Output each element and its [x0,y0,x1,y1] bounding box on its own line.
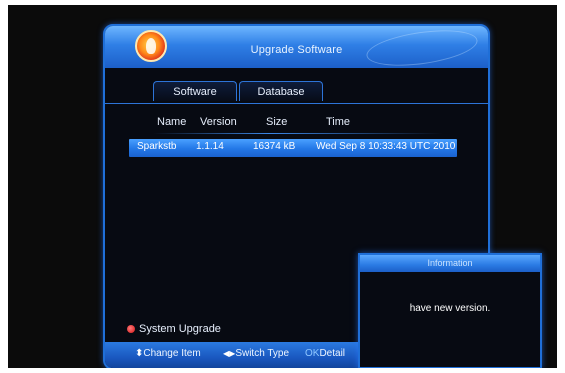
left-right-arrow-icon: ◀▶ [223,349,236,358]
ok-key-label: OK [305,348,320,359]
red-key-icon [127,325,135,334]
tab-database[interactable]: Database [239,81,323,101]
detail-label: Detail [319,348,346,359]
system-upgrade-label: System Upgrade [139,323,221,335]
dialog-title: Information [360,255,540,272]
table-row[interactable]: Sparkstb 1.1.14 16374 kB Wed Sep 8 10:33… [129,139,457,157]
switch-type-label: Switch Type [235,348,290,359]
system-upgrade-button[interactable]: System Upgrade [127,323,221,335]
information-dialog: Information have new version. [358,253,542,368]
change-item-hint: ⬍Change Item [135,348,201,359]
change-item-label: Change Item [143,348,201,359]
cell-size: 16374 kB [253,141,296,152]
column-header-version: Version [200,116,237,128]
window-title: Upgrade Software [250,44,343,56]
column-header-name: Name [157,116,187,128]
cell-version: 1.1.14 [196,141,224,152]
detail-hint: OKDetail [305,348,345,359]
column-header-time: Time [326,116,351,128]
column-header-size: Size [266,116,288,128]
tv-screen: Upgrade Software Software Database Name … [8,5,557,368]
window-header: Upgrade Software [105,26,488,68]
tab-software[interactable]: Software [153,81,237,101]
header-underline [153,133,443,134]
switch-type-hint: ◀▶Switch Type [223,348,289,359]
cell-name: Sparkstb [137,141,177,152]
dialog-message: have new version. [409,303,491,314]
tab-divider [105,103,488,104]
cell-time: Wed Sep 8 10:33:43 UTC 2010 [316,141,456,152]
